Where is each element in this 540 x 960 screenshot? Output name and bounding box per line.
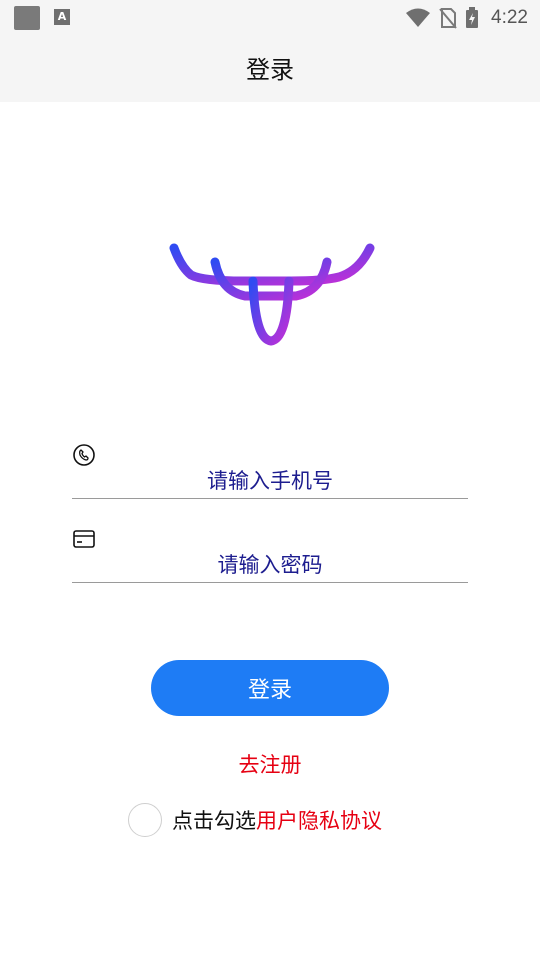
password-input[interactable] <box>72 548 468 583</box>
status-bar: A 4:22 <box>0 0 540 36</box>
keyboard-a-icon: A <box>54 9 70 25</box>
privacy-policy-link[interactable]: 用户隐私协议 <box>256 805 382 835</box>
wifi-icon <box>406 8 431 27</box>
no-sim-icon <box>439 8 457 29</box>
status-time: 4:22 <box>491 7 528 28</box>
notification-square-icon <box>14 6 40 30</box>
phone-input[interactable] <box>72 464 468 499</box>
app-bar: 登录 <box>0 36 540 102</box>
agreement-prefix: 点击勾选 <box>172 809 256 833</box>
page-title: 登录 <box>246 56 294 84</box>
battery-charging-icon <box>466 7 479 28</box>
antlers-logo-icon <box>169 243 375 346</box>
login-button[interactable]: 登录 <box>151 660 389 716</box>
status-icons: 4:22 <box>405 0 528 36</box>
agreement-checkbox[interactable] <box>128 803 162 837</box>
agreement-row: 点击勾选 用户隐私协议 <box>128 800 382 840</box>
register-link[interactable]: 去注册 <box>0 749 540 779</box>
